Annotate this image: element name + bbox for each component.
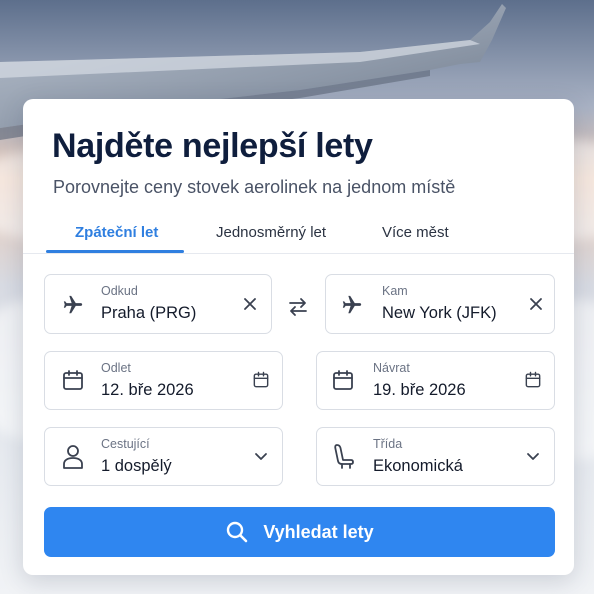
calendar-picker-icon[interactable] [523,370,543,390]
seat-icon [334,444,354,469]
clear-icon[interactable] [529,297,543,311]
chevron-down-icon[interactable] [526,452,540,462]
flight-search-card: Najděte nejlepší lety Porovnejte ceny st… [23,99,574,575]
plane-icon [342,295,362,314]
person-icon [63,445,83,469]
return-date-field[interactable]: Návrat 19. bře 2026 [316,351,555,410]
tab-round-trip[interactable]: Zpáteční let [75,224,158,241]
passengers-label: Cestující [101,437,150,451]
clear-icon[interactable] [243,297,257,311]
plane-icon [63,295,83,314]
departure-label: Odlet [101,361,131,375]
page-title: Najděte nejlepší lety [52,127,373,165]
cabin-class-select[interactable]: Třída Ekonomická [316,427,555,486]
search-icon [227,521,248,543]
departure-date-field[interactable]: Odlet 12. bře 2026 [44,351,283,410]
cabin-class-value: Ekonomická [373,457,463,475]
swap-icon[interactable] [286,297,310,317]
tab-multi-city[interactable]: Více měst [382,224,449,241]
return-value: 19. bře 2026 [373,381,466,399]
page-subtitle: Porovnejte ceny stovek aerolinek na jedn… [53,177,456,197]
from-field[interactable]: Odkud Praha (PRG) [44,274,272,334]
search-button-label: Vyhledat lety [263,521,374,542]
active-tab-indicator [46,250,184,253]
to-label: Kam [382,284,408,298]
calendar-picker-icon[interactable] [251,370,271,390]
to-value: New York (JFK) [382,304,497,322]
trip-type-tabs: Zpáteční let Jednosměrný let Více měst [23,214,574,254]
tab-one-way[interactable]: Jednosměrný let [216,224,326,241]
search-flights-button[interactable]: Vyhledat lety [44,507,555,557]
to-field[interactable]: Kam New York (JFK) [325,274,555,334]
calendar-icon [333,370,353,390]
return-label: Návrat [373,361,410,375]
passengers-value: 1 dospělý [101,457,172,475]
departure-value: 12. bře 2026 [101,381,194,399]
from-label: Odkud [101,284,138,298]
passengers-select[interactable]: Cestující 1 dospělý [44,427,283,486]
calendar-icon [63,370,83,390]
from-value: Praha (PRG) [101,304,197,322]
chevron-down-icon[interactable] [254,452,268,462]
cabin-class-label: Třída [373,437,403,451]
